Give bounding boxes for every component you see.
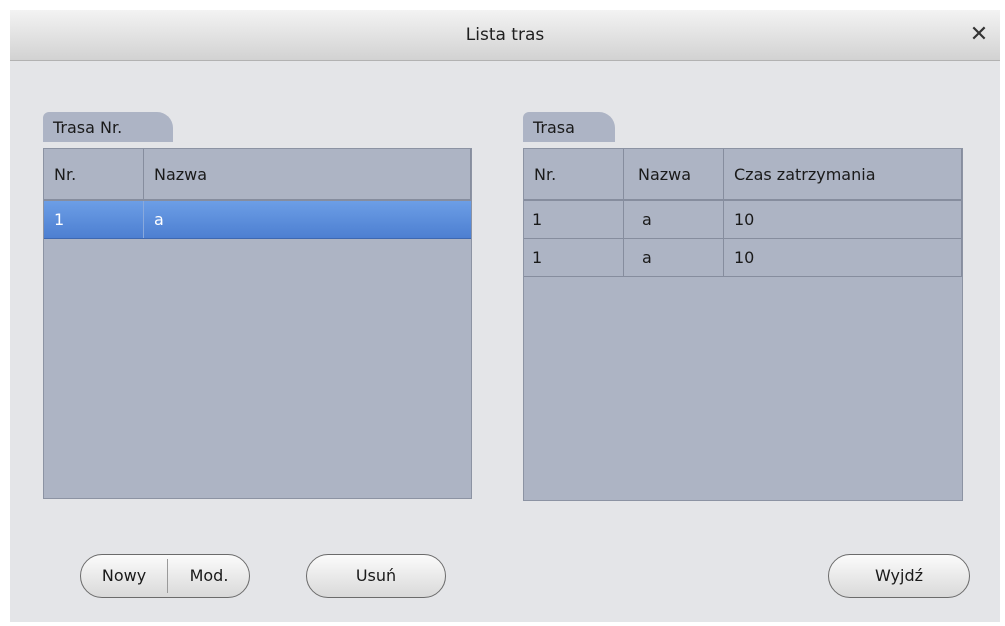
- exit-button[interactable]: Wyjdź: [828, 554, 970, 598]
- row-stop-time: 10: [724, 201, 962, 238]
- table-row[interactable]: 1 a: [44, 201, 471, 239]
- column-header-name[interactable]: Nazwa: [624, 149, 724, 199]
- close-icon[interactable]: ✕: [966, 22, 992, 48]
- column-header-stop-time[interactable]: Czas zatrzymania: [724, 149, 962, 199]
- column-header-nr[interactable]: Nr.: [44, 149, 144, 199]
- row-nr: 1: [524, 239, 624, 276]
- delete-button[interactable]: Usuń: [306, 554, 446, 598]
- route-points-table-header: Nr. Nazwa Czas zatrzymania: [524, 149, 962, 201]
- table-row[interactable]: 1 a 10: [524, 239, 962, 277]
- row-nr: 1: [44, 201, 144, 238]
- column-header-nr[interactable]: Nr.: [524, 149, 624, 199]
- modify-button[interactable]: Mod.: [168, 555, 249, 597]
- row-stop-time: 10: [724, 239, 962, 276]
- route-list-dialog: Lista tras ✕ Trasa Nr. Nr. Nazwa 1 a Tra…: [10, 10, 1000, 622]
- row-name: a: [624, 201, 724, 238]
- table-row[interactable]: 1 a 10: [524, 201, 962, 239]
- tab-route[interactable]: Trasa: [523, 112, 615, 142]
- column-header-name[interactable]: Nazwa: [144, 149, 471, 199]
- new-button[interactable]: Nowy: [81, 555, 167, 597]
- row-name: a: [154, 210, 164, 229]
- row-nr: 1: [524, 201, 624, 238]
- routes-table: Nr. Nazwa 1 a: [43, 148, 472, 499]
- row-name: a: [624, 239, 724, 276]
- routes-table-header: Nr. Nazwa: [44, 149, 471, 201]
- tab-route-number[interactable]: Trasa Nr.: [43, 112, 173, 142]
- route-points-table: Nr. Nazwa Czas zatrzymania 1 a 10 1 a 10: [523, 148, 963, 501]
- new-modify-button-group: Nowy Mod.: [80, 554, 250, 598]
- dialog-title: Lista tras: [465, 25, 545, 45]
- title-bar: Lista tras ✕: [10, 10, 1000, 61]
